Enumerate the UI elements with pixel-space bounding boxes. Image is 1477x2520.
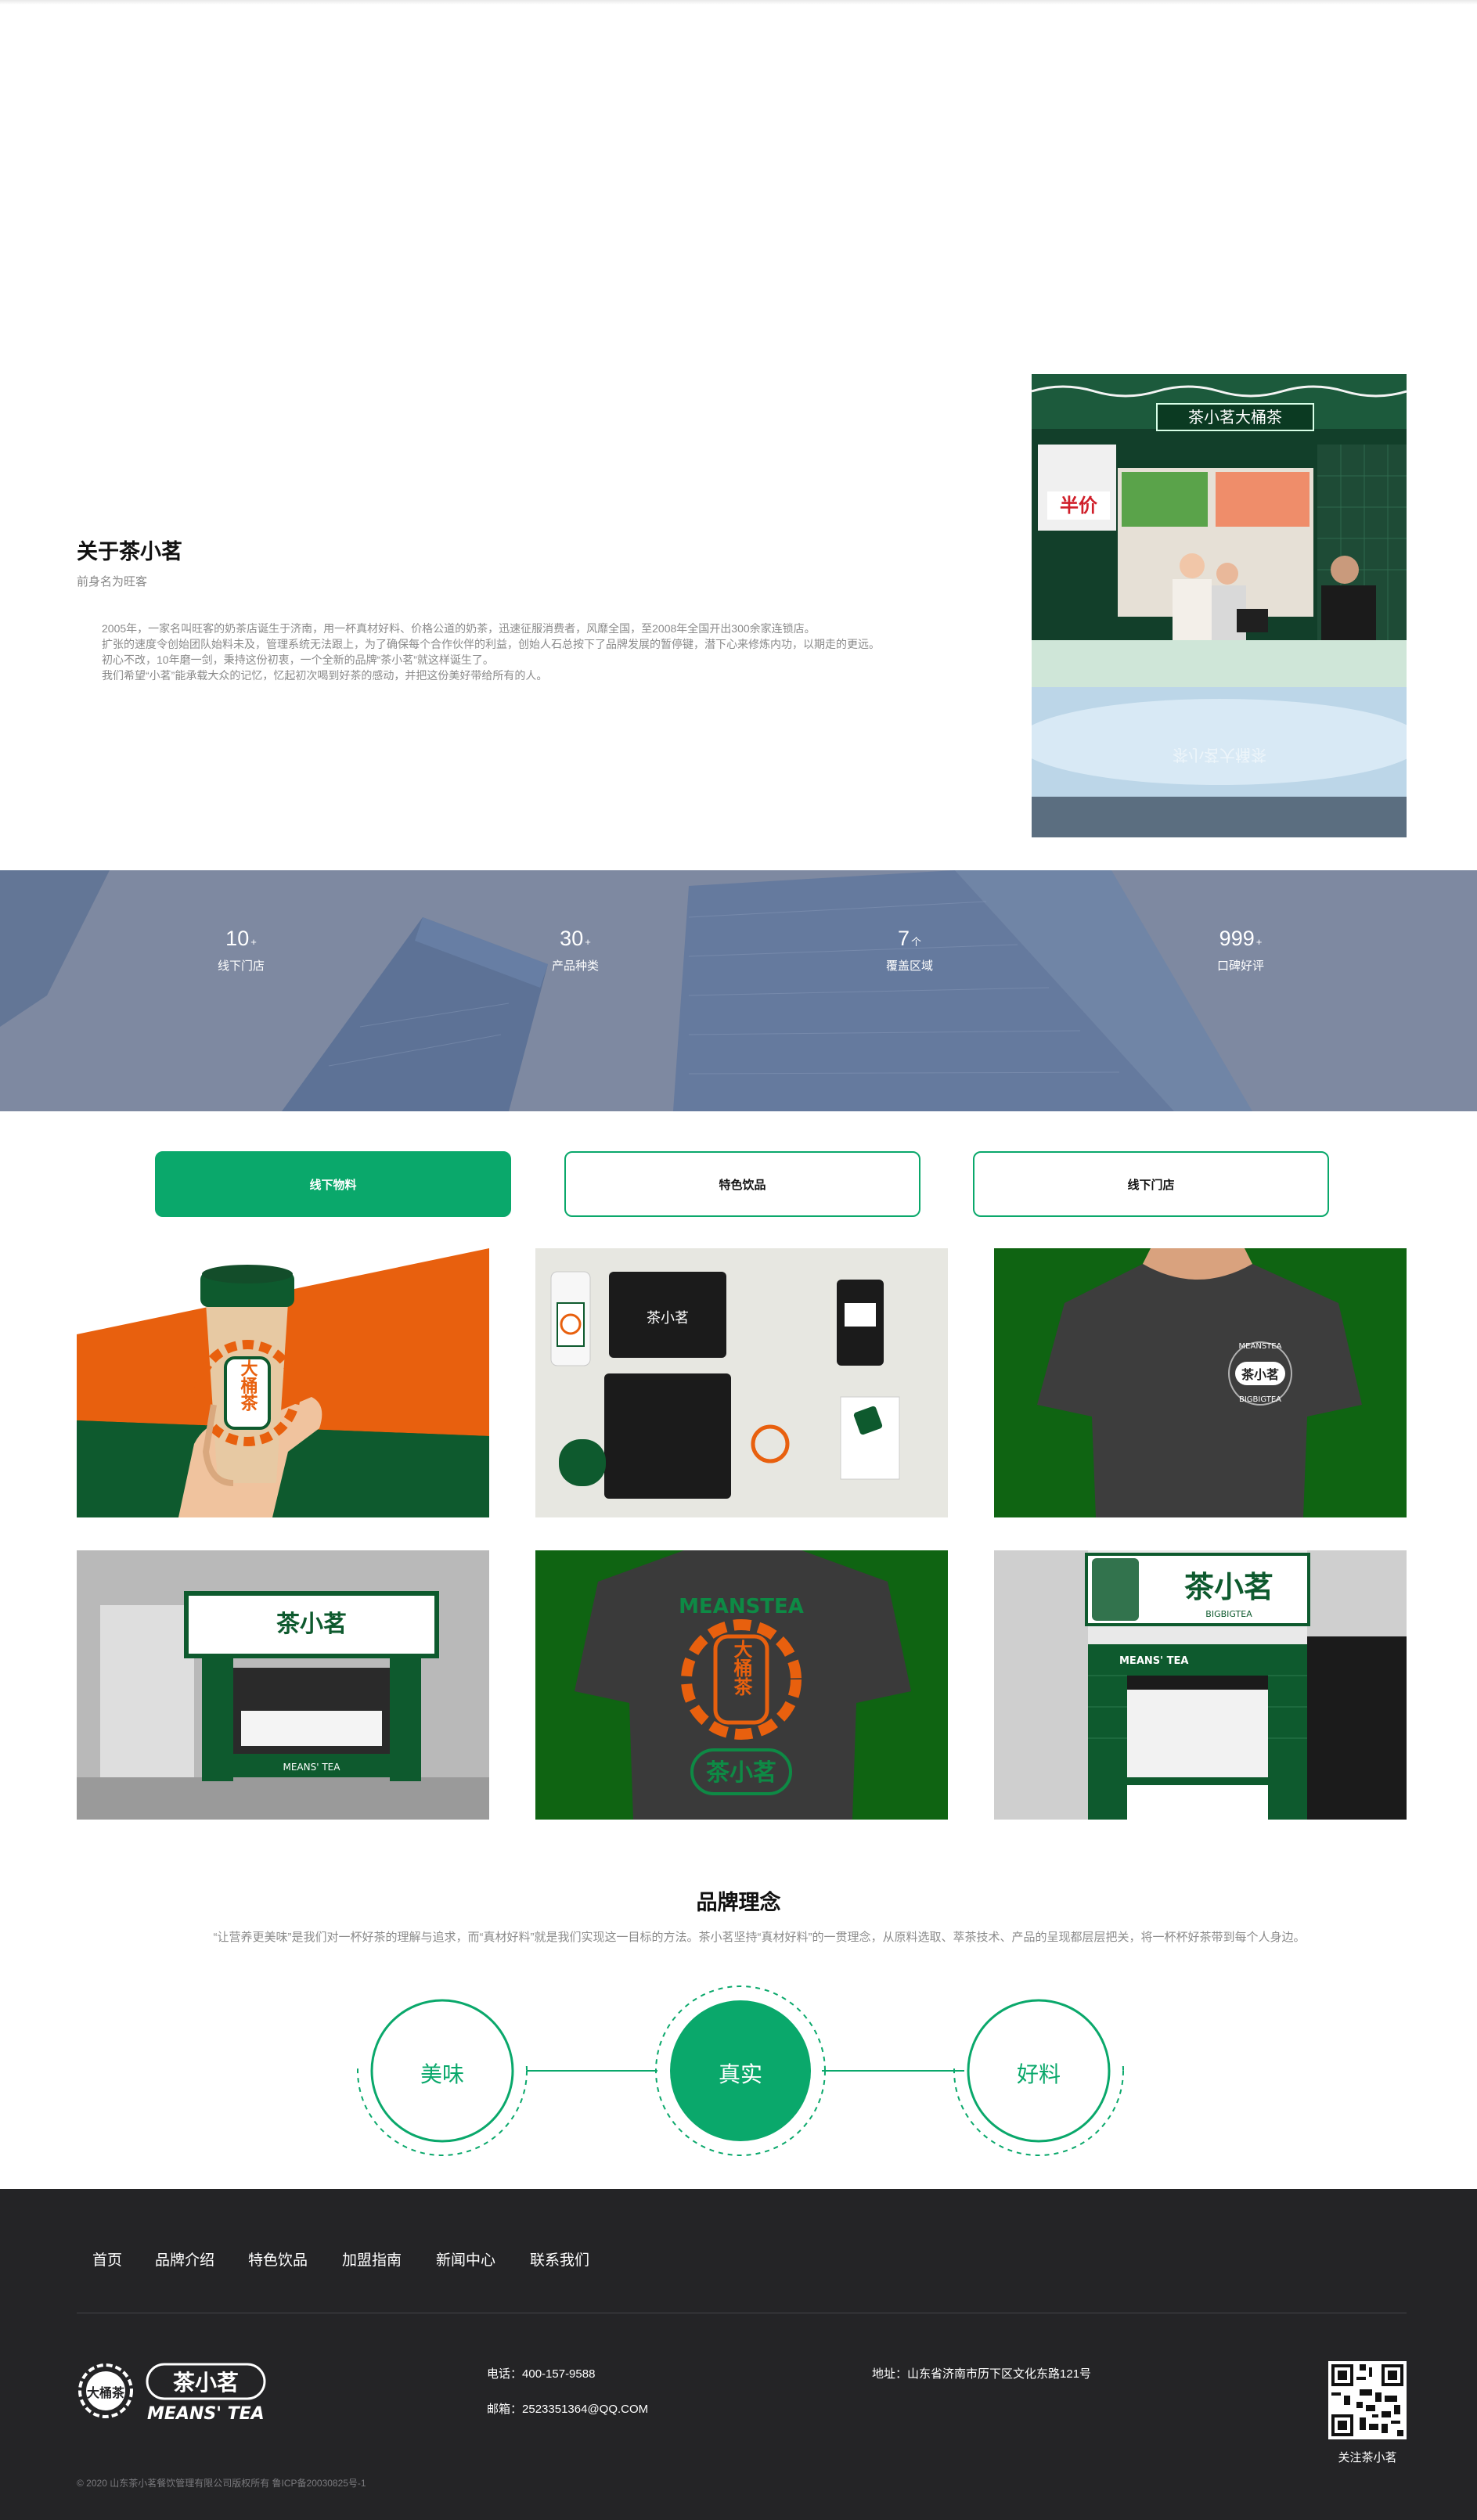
shirt-bottom-text: BIGBIGTEA	[1239, 1395, 1281, 1404]
stat-label: 覆盖区域	[885, 959, 933, 973]
buildings-background	[0, 870, 1477, 1111]
footer-nav-news[interactable]: 新闻中心	[436, 2248, 495, 2270]
store-sign-text: 茶小茗大桶茶	[1188, 408, 1282, 427]
storefront-sub-text: BIGBIGTEA	[1205, 1609, 1252, 1619]
about-text: 2005年，一家名叫旺客的奶茶店诞生于济南，用一杯真材好料、价格公道的奶茶，迅速…	[102, 621, 1002, 683]
footer-address: 地址：山东省济南市历下区文化东路121号	[872, 2365, 1091, 2381]
tab-featured-drinks[interactable]: 特色饮品	[564, 1151, 920, 1217]
footer: 首页 品牌介绍 特色饮品 加盟指南 新闻中心 联系我们 大桶茶 茶小茗 MEAN…	[0, 2189, 1477, 2520]
concept-label-ingredients: 好料	[1016, 2062, 1061, 2086]
storefront-sign-text: 茶小茗	[1184, 1570, 1273, 1604]
copyright: © 2020 山东茶小茗餐饮管理有限公司版权所有 鲁ICP备20030825号-…	[77, 2478, 366, 2489]
back-logo-text: 大桶茶	[730, 1640, 752, 1697]
concept-text: “让营养更美味”是我们对一杯好茶的理解与追求，而“真材好料”就是我们实现这一目标…	[213, 1931, 1306, 1944]
stat-value: 7	[897, 927, 910, 950]
email-label: 邮箱：	[487, 2403, 523, 2416]
price-poster-text: 半价	[1060, 495, 1098, 517]
gallery-item-storefront[interactable]: 茶小茗 BIGBIGTEA MEANS' TEA	[994, 1550, 1407, 1820]
about-paragraph: 我们希望“小茗”能承载大众的记忆，忆起初次喝到好茶的感动，并把这份美好带给所有的…	[102, 669, 548, 682]
stat-value: 10	[225, 927, 250, 950]
kiosk-brand-text: MEANS' TEA	[283, 1762, 341, 1773]
cup-logo-text: 大桶茶	[238, 1359, 258, 1411]
footer-phone: 电话：400-157-9588	[487, 2365, 595, 2381]
footer-nav-contact[interactable]: 联系我们	[530, 2248, 589, 2270]
about-paragraph: 2005年，一家名叫旺客的奶茶店诞生于济南，用一杯真材好料、价格公道的奶茶，迅速…	[102, 622, 816, 635]
footer-logo[interactable]: 大桶茶 茶小茗 MEANS' TEA	[77, 2361, 268, 2424]
merch-logo-text: 茶小茗	[647, 1310, 689, 1327]
qr-code-icon	[1328, 2361, 1407, 2439]
shirt-logo-text: 茶小茗	[1241, 1367, 1279, 1382]
concept-title: 品牌理念	[696, 1891, 781, 1914]
gallery-item-merch[interactable]: 茶小茗	[535, 1248, 948, 1517]
about-paragraph: 初心不改，10年磨一剑，秉持这份初衷，一个全新的品牌“茶小茗”就这样诞生了。	[102, 653, 494, 666]
qr-label: 关注茶小茗	[1338, 2451, 1397, 2464]
address-value: 山东省济南市历下区文化东路121号	[907, 2367, 1092, 2381]
stat-label: 线下门店	[217, 959, 265, 973]
top-shadow-bar	[0, 0, 1477, 5]
address-label: 地址：	[872, 2367, 908, 2381]
stat-unit: 个	[911, 936, 922, 948]
concept-label-taste: 美味	[420, 2062, 464, 2086]
back-bottom-text: 茶小茗	[706, 1759, 776, 1787]
reflection-text: 茶小茗大桶茶	[1173, 746, 1266, 765]
stat-reviews: 999 + 口碑好评	[1147, 927, 1335, 974]
stat-regions: 7个 覆盖区域	[816, 927, 1003, 974]
footer-nav-drinks[interactable]: 特色饮品	[248, 2248, 308, 2270]
logo-en-text: MEANS' TEA	[147, 2404, 265, 2424]
stat-unit: +	[585, 936, 591, 948]
stat-value: 999	[1219, 927, 1255, 950]
shirt-top-text: MEANSTEA	[1239, 1342, 1282, 1351]
footer-nav-brand[interactable]: 品牌介绍	[155, 2248, 214, 2270]
footer-nav-home[interactable]: 首页	[92, 2248, 122, 2270]
concept-label-real: 真实	[718, 2062, 762, 2086]
gallery-item-tshirt-front[interactable]: MEANSTEA 茶小茗 BIGBIGTEA	[994, 1248, 1407, 1517]
stat-unit: +	[1255, 936, 1263, 948]
phone-label: 电话：	[487, 2367, 523, 2381]
kiosk-sign-text: 茶小茗	[276, 1611, 347, 1638]
email-value[interactable]: 2523351364@QQ.COM	[522, 2403, 648, 2416]
stat-value: 30	[560, 927, 584, 950]
gallery-item-cup[interactable]: 大桶茶	[77, 1248, 489, 1517]
gallery-item-tshirt-back[interactable]: MEANSTEA 大桶茶 茶小茗	[535, 1550, 948, 1820]
phone-value: 400-157-9588	[522, 2367, 596, 2381]
about-title: 关于茶小茗	[77, 540, 182, 563]
tab-offline-stores[interactable]: 线下门店	[973, 1151, 1329, 1217]
tab-offline-materials[interactable]: 线下物料	[155, 1151, 511, 1217]
footer-email: 邮箱：2523351364@QQ.COM	[487, 2400, 648, 2417]
about-subtitle: 前身名为旺客	[77, 575, 148, 589]
stat-label: 产品种类	[551, 959, 599, 973]
stat-stores: 10 + 线下门店	[147, 927, 335, 974]
stat-unit: +	[250, 936, 257, 948]
store-photo: 茶小茗大桶茶 半价 茶小茗大桶茶	[1032, 374, 1407, 837]
stat-label: 口碑好评	[1216, 959, 1264, 973]
logo-name-text: 茶小茗	[173, 2370, 239, 2396]
gallery-item-kiosk[interactable]: 茶小茗 MEANS' TEA	[77, 1550, 489, 1820]
storefront-brand-text: MEANS' TEA	[1119, 1655, 1188, 1667]
stats-band: 10 + 线下门店 30 + 产品种类 7个 覆盖区域 999 + 口碑好评	[0, 870, 1477, 1111]
concept-diagram: 美味 真实 好料	[344, 1980, 1135, 2160]
logo-badge-text: 大桶茶	[87, 2385, 125, 2400]
footer-nav-franchise[interactable]: 加盟指南	[342, 2248, 402, 2270]
about-paragraph: 扩张的速度令创始团队始料未及，管理系统无法跟上，为了确保每个合作伙伴的利益，创始…	[102, 638, 880, 650]
stat-products: 30 + 产品种类	[481, 927, 669, 974]
back-arc-text: MEANSTEA	[679, 1595, 804, 1618]
